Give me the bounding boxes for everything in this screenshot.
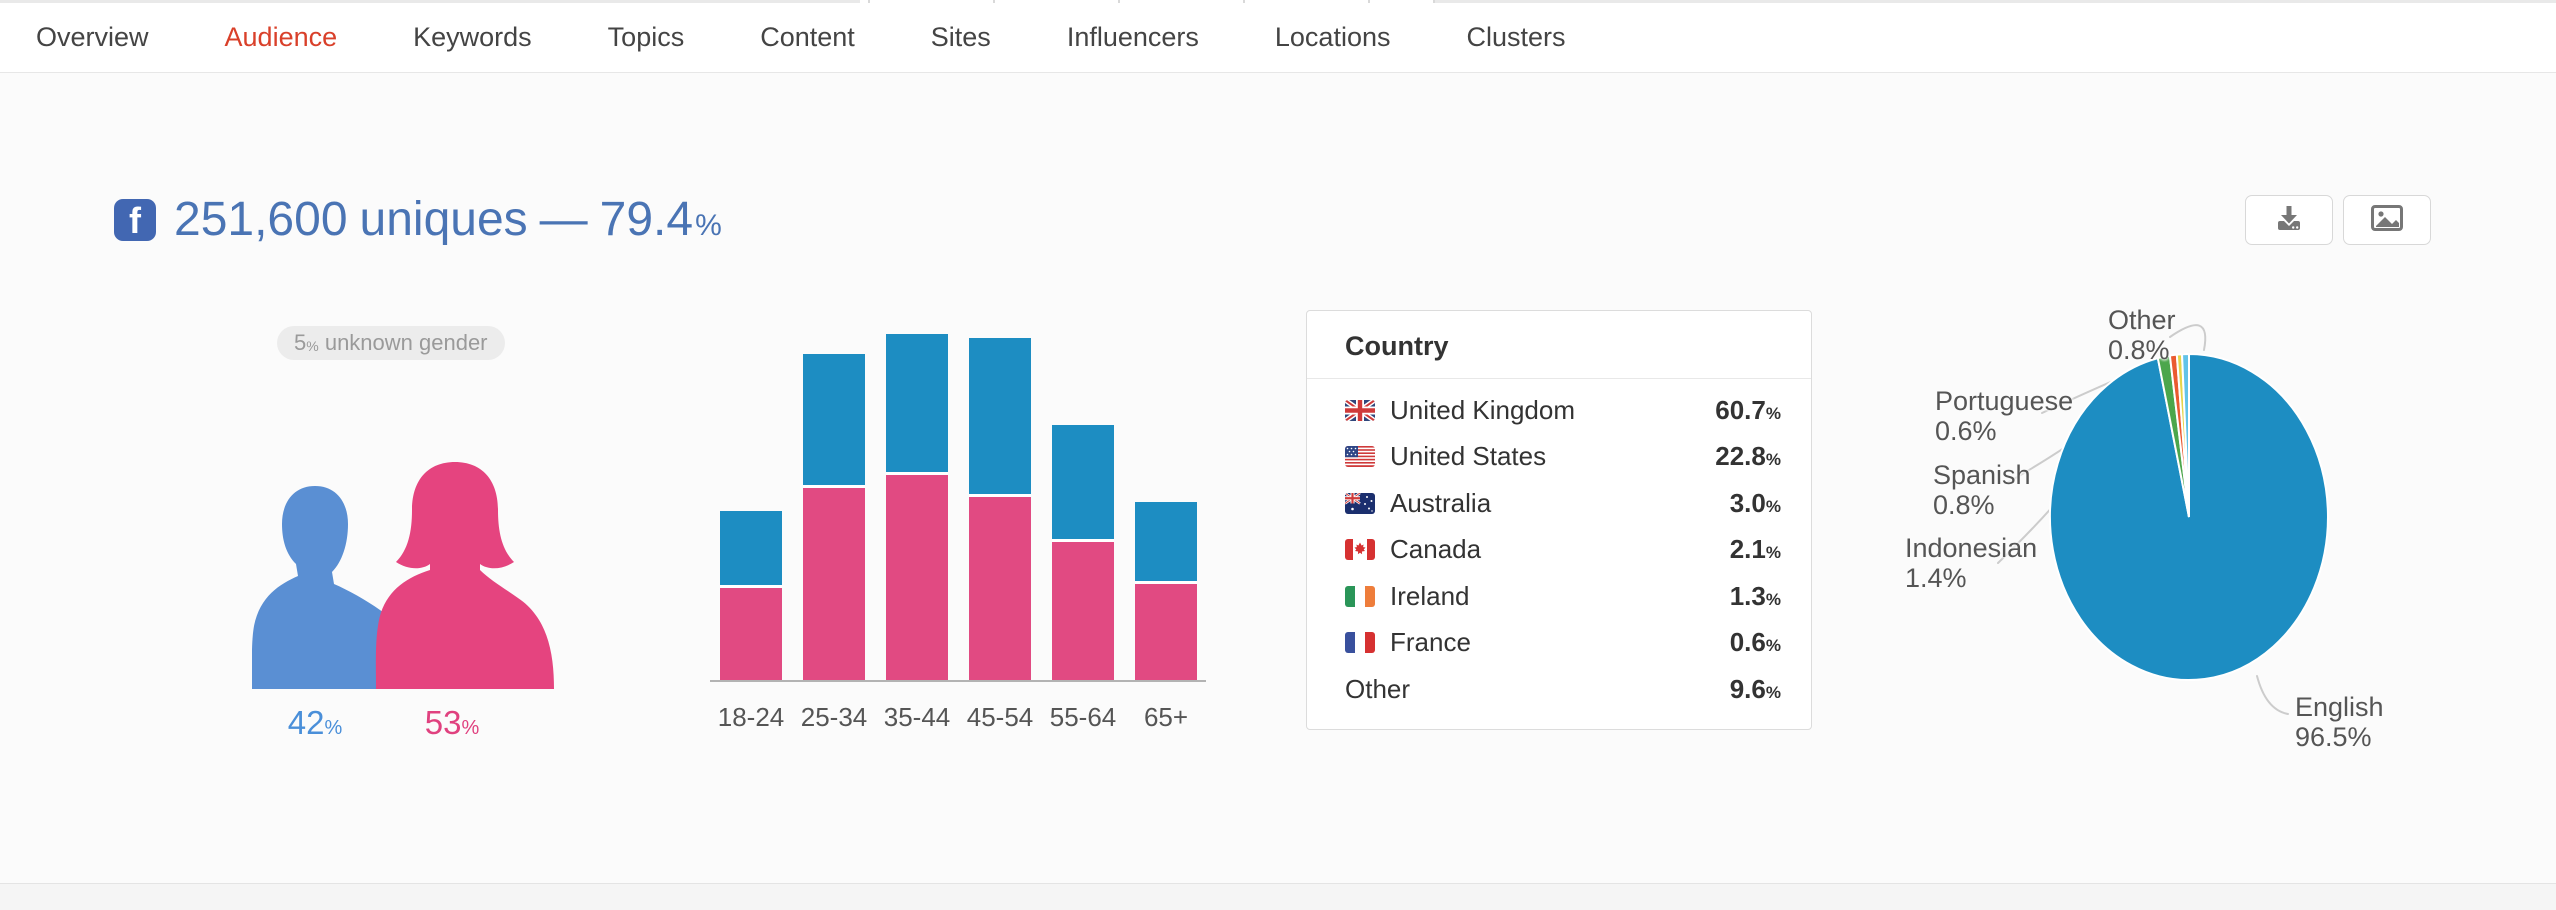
page-title: f 251,600 uniques — 79.4 % bbox=[114, 192, 722, 247]
male-segment bbox=[803, 354, 865, 488]
tab-clusters[interactable]: Clusters bbox=[1466, 22, 1565, 53]
unknown-gender-badge: 5% unknown gender bbox=[277, 326, 505, 360]
country-name: France bbox=[1390, 627, 1730, 658]
country-name: United Kingdom bbox=[1390, 395, 1715, 426]
export-image-button[interactable] bbox=[2343, 195, 2431, 245]
tab-sites[interactable]: Sites bbox=[931, 22, 991, 53]
flag-icon-gb bbox=[1345, 400, 1375, 421]
age-tick-label: 18-24 bbox=[709, 702, 793, 733]
age-bar-chart: 18-2425-3435-4445-5455-6465+ bbox=[710, 330, 1210, 750]
female-percentage: 53% bbox=[402, 704, 502, 742]
age-tick-label: 55-64 bbox=[1041, 702, 1125, 733]
age-bar-25-34[interactable] bbox=[803, 354, 865, 680]
image-icon bbox=[2371, 205, 2403, 236]
country-name: United States bbox=[1390, 441, 1715, 472]
tab-influencers[interactable]: Influencers bbox=[1067, 22, 1199, 53]
male-segment bbox=[1052, 425, 1114, 542]
female-segment bbox=[886, 475, 948, 680]
female-segment bbox=[803, 488, 865, 680]
tab-topics[interactable]: Topics bbox=[608, 22, 685, 53]
flag-icon-au bbox=[1345, 493, 1375, 514]
age-tick-label: 25-34 bbox=[792, 702, 876, 733]
country-name: Australia bbox=[1390, 488, 1730, 519]
female-silhouette bbox=[368, 458, 563, 689]
country-panel-title: Country bbox=[1307, 311, 1811, 378]
country-value: 3.0% bbox=[1730, 488, 1781, 519]
country-row: Ireland1.3% bbox=[1345, 573, 1781, 620]
age-tick-label: 35-44 bbox=[875, 702, 959, 733]
footer-strip bbox=[0, 884, 2556, 910]
pie-label-portuguese: Portuguese 0.6% bbox=[1935, 386, 2073, 446]
country-value: 0.6% bbox=[1730, 627, 1781, 658]
tab-overview[interactable]: Overview bbox=[36, 22, 149, 53]
flag-icon-fr bbox=[1345, 632, 1375, 653]
country-value: 22.8% bbox=[1715, 441, 1781, 472]
title-separator: — bbox=[540, 192, 588, 247]
tab-audience[interactable]: Audience bbox=[225, 22, 338, 53]
country-name: Ireland bbox=[1390, 581, 1730, 612]
country-name: Other bbox=[1345, 674, 1730, 705]
x-axis-line bbox=[710, 680, 1206, 682]
country-row: Other9.6% bbox=[1345, 666, 1781, 713]
section-nav: Overview Audience Keywords Topics Content Sit… bbox=[0, 3, 2556, 73]
tab-keywords[interactable]: Keywords bbox=[413, 22, 532, 53]
tab-locations[interactable]: Locations bbox=[1275, 22, 1391, 53]
language-pie-chart: English 96.5% Indonesian 1.4% Spanish 0.8%… bbox=[1880, 280, 2540, 800]
country-value: 9.6% bbox=[1730, 674, 1781, 705]
coverage-value: 79.4 bbox=[600, 192, 693, 247]
female-segment bbox=[720, 588, 782, 680]
country-value: 2.1% bbox=[1730, 534, 1781, 565]
age-bar-65+[interactable] bbox=[1135, 502, 1197, 680]
country-row: France0.6% bbox=[1345, 620, 1781, 667]
female-segment bbox=[1052, 542, 1114, 680]
male-segment bbox=[720, 511, 782, 588]
age-tick-label: 45-54 bbox=[958, 702, 1042, 733]
uniques-label: uniques bbox=[360, 192, 528, 247]
country-value: 60.7% bbox=[1715, 395, 1781, 426]
country-row: United Kingdom60.7% bbox=[1345, 387, 1781, 434]
flag-icon-ca bbox=[1345, 539, 1375, 560]
country-name: Canada bbox=[1390, 534, 1730, 565]
country-panel: Country United Kingdom60.7%United States… bbox=[1306, 310, 1812, 730]
female-segment bbox=[1135, 584, 1197, 680]
chart-toolbar bbox=[2245, 195, 2431, 245]
uniques-count: 251,600 bbox=[174, 192, 348, 247]
male-segment bbox=[969, 338, 1031, 497]
age-bar-35-44[interactable] bbox=[886, 334, 948, 680]
pie-label-english: English 96.5% bbox=[2295, 692, 2384, 752]
audience-dashboard: Overview Audience Keywords Topics Content Sit… bbox=[0, 0, 2556, 910]
download-button[interactable] bbox=[2245, 195, 2333, 245]
male-segment bbox=[886, 334, 948, 475]
pie-label-indonesian: Indonesian 1.4% bbox=[1905, 533, 2037, 593]
country-row: United States22.8% bbox=[1345, 434, 1781, 481]
download-icon bbox=[2274, 205, 2304, 236]
pie-label-spanish: Spanish 0.8% bbox=[1933, 460, 2031, 520]
country-row: Canada2.1% bbox=[1345, 527, 1781, 574]
male-percentage: 42% bbox=[265, 704, 365, 742]
female-segment bbox=[969, 497, 1031, 680]
male-segment bbox=[1135, 502, 1197, 584]
pie-label-other: Other 0.8% bbox=[2108, 305, 2176, 365]
country-value: 1.3% bbox=[1730, 581, 1781, 612]
country-row: Australia3.0% bbox=[1345, 480, 1781, 527]
facebook-icon: f bbox=[114, 199, 156, 241]
flag-icon-ie bbox=[1345, 586, 1375, 607]
percent-sign: % bbox=[695, 209, 722, 247]
age-bar-45-54[interactable] bbox=[969, 338, 1031, 680]
age-bar-55-64[interactable] bbox=[1052, 425, 1114, 680]
flag-icon-us bbox=[1345, 446, 1375, 467]
tab-content[interactable]: Content bbox=[760, 22, 855, 53]
age-bar-18-24[interactable] bbox=[720, 511, 782, 680]
age-tick-label: 65+ bbox=[1124, 702, 1208, 733]
